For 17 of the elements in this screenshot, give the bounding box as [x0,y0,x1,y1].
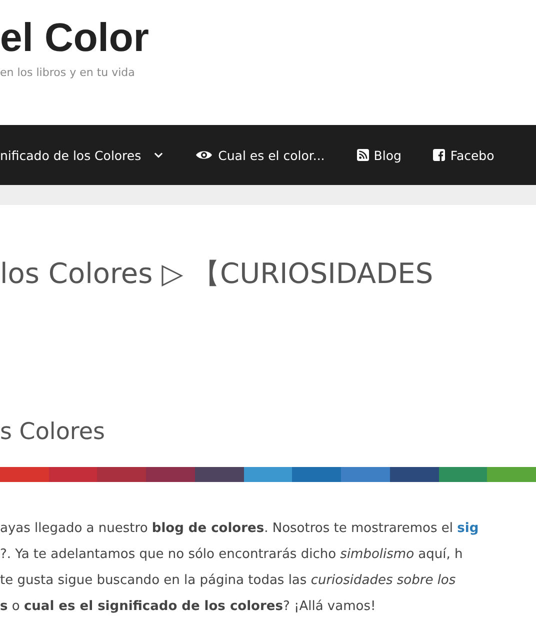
page-headline: los Colores ▷ 【CURIOSIDADES [0,256,434,292]
rss-icon [356,149,369,161]
nav-link[interactable]: Cual es el color... [195,142,325,168]
site-tagline: en los libros y en tu vida [0,66,135,79]
nav-link[interactable]: Blog [356,142,402,168]
nav-link[interactable]: Facebo [433,142,494,168]
paragraph-line: ayas llegado a nuestro blog de colores. Nosotros te mostraremos el sig [0,520,479,538]
eye-icon [195,149,214,161]
paragraph-line: ?. Ya te adelantamos que no sólo encontrarás dicho simbolismo aquí, h [0,546,463,564]
paragraph-line: s o cual es el significado de los colores? ¡Allá vamos! [0,598,376,616]
nav-link[interactable]: nificado de los Colores [0,142,164,168]
section-heading: s Colores [0,419,105,445]
paragraph-line: te gusta sigue buscando en la página todas las curiosidades sobre los [0,572,456,590]
site-title[interactable]: el Color [0,14,149,62]
text-link[interactable]: sig [457,521,479,536]
caret-icon [154,152,164,158]
social-icon [433,149,446,161]
